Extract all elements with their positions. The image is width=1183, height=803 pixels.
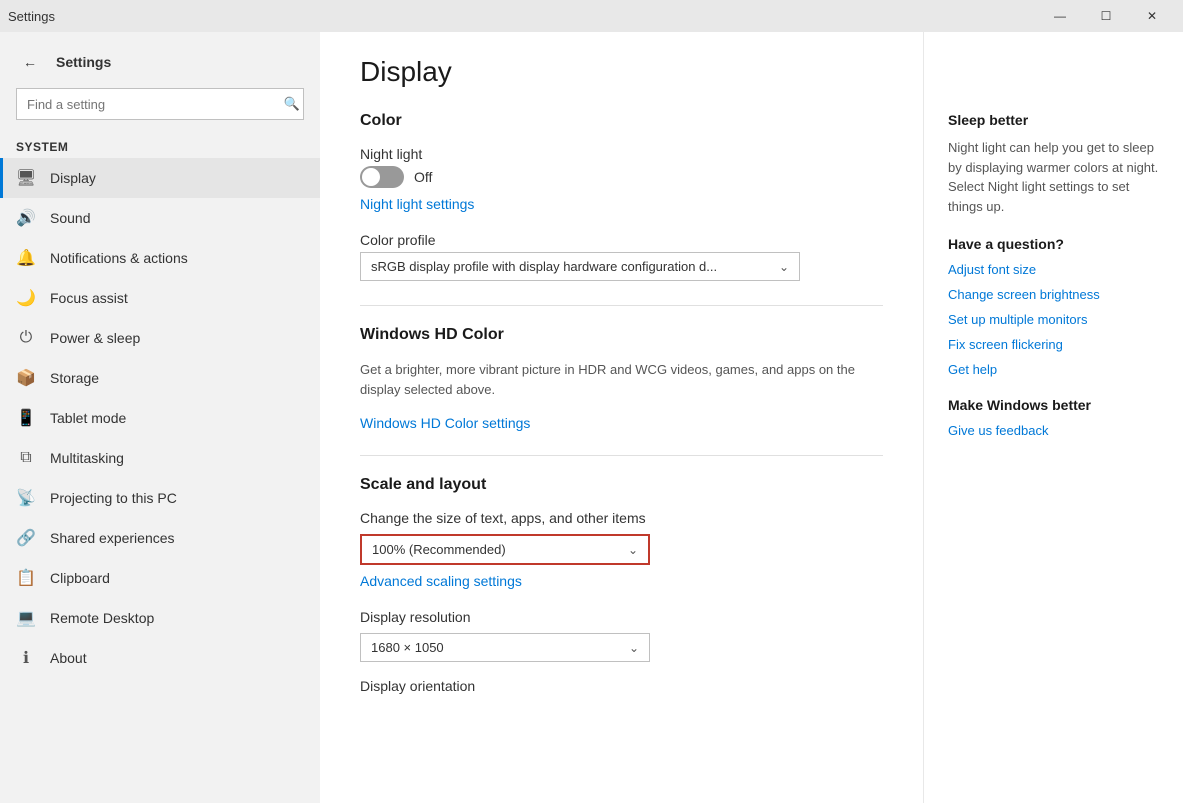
notifications-icon: 🔔 bbox=[16, 248, 36, 268]
app-body: ← Settings 🔍 System 🖥 Display 🔊 Sound 🔔 … bbox=[0, 32, 1183, 803]
advanced-scaling-link[interactable]: Advanced scaling settings bbox=[360, 573, 883, 589]
sleep-better-description: Night light can help you get to sleep by… bbox=[948, 138, 1159, 216]
toggle-knob bbox=[362, 168, 380, 186]
display-icon: 🖥 bbox=[16, 168, 36, 188]
shared-icon: 🔗 bbox=[16, 528, 36, 548]
sidebar-item-label: About bbox=[50, 650, 87, 666]
sidebar-item-label: Sound bbox=[50, 210, 90, 226]
close-button[interactable]: ✕ bbox=[1129, 0, 1175, 32]
sidebar-item-clipboard[interactable]: 📋 Clipboard bbox=[0, 558, 320, 598]
multitasking-icon: ⧉ bbox=[16, 448, 36, 468]
right-panel: Sleep better Night light can help you ge… bbox=[923, 32, 1183, 803]
sidebar-item-label: Tablet mode bbox=[50, 410, 126, 426]
remote-icon: 💻 bbox=[16, 608, 36, 628]
main-content: Display Color Night light Off Night ligh… bbox=[320, 32, 923, 803]
search-input[interactable] bbox=[16, 88, 304, 120]
color-profile-label: Color profile bbox=[360, 232, 883, 248]
sidebar-item-sound[interactable]: 🔊 Sound bbox=[0, 198, 320, 238]
right-links-container: Adjust font size Change screen brightness… bbox=[948, 262, 1159, 377]
title-bar: Settings — ☐ ✕ bbox=[0, 0, 1183, 32]
storage-icon: 📦 bbox=[16, 368, 36, 388]
projecting-icon: 📡 bbox=[16, 488, 36, 508]
color-section-heading: Color bbox=[360, 112, 883, 130]
sidebar-item-projecting[interactable]: 📡 Projecting to this PC bbox=[0, 478, 320, 518]
sidebar-item-label: Clipboard bbox=[50, 570, 110, 586]
sidebar-item-label: Shared experiences bbox=[50, 530, 175, 546]
question-link[interactable]: Fix screen flickering bbox=[948, 337, 1159, 352]
hd-color-settings-link[interactable]: Windows HD Color settings bbox=[360, 415, 883, 431]
nav-items-container: 🖥 Display 🔊 Sound 🔔 Notifications & acti… bbox=[0, 158, 320, 678]
color-profile-dropdown[interactable]: sRGB display profile with display hardwa… bbox=[360, 252, 800, 281]
sound-icon: 🔊 bbox=[16, 208, 36, 228]
search-box: 🔍 bbox=[16, 88, 304, 120]
sidebar-item-label: Storage bbox=[50, 370, 99, 386]
sidebar-item-notifications[interactable]: 🔔 Notifications & actions bbox=[0, 238, 320, 278]
sidebar: ← Settings 🔍 System 🖥 Display 🔊 Sound 🔔 … bbox=[0, 32, 320, 803]
sidebar-app-title: Settings bbox=[56, 54, 111, 70]
sidebar-item-label: Multitasking bbox=[50, 450, 124, 466]
sleep-better-heading: Sleep better bbox=[948, 112, 1159, 128]
night-light-toggle[interactable] bbox=[360, 166, 404, 188]
sidebar-header: ← Settings bbox=[0, 32, 320, 84]
title-bar-left: Settings bbox=[8, 9, 55, 24]
sidebar-item-label: Power & sleep bbox=[50, 330, 140, 346]
sidebar-item-storage[interactable]: 📦 Storage bbox=[0, 358, 320, 398]
sidebar-item-label: Projecting to this PC bbox=[50, 490, 177, 506]
clipboard-icon: 📋 bbox=[16, 568, 36, 588]
title-bar-controls: — ☐ ✕ bbox=[1037, 0, 1175, 32]
section-label: System bbox=[0, 132, 320, 158]
maximize-button[interactable]: ☐ bbox=[1083, 0, 1129, 32]
size-dropdown[interactable]: 100% (Recommended) ⌄ bbox=[360, 534, 650, 565]
power-icon: ⏻ bbox=[16, 328, 36, 348]
night-light-label: Night light bbox=[360, 146, 883, 162]
size-arrow: ⌄ bbox=[628, 543, 638, 557]
page-title: Display bbox=[360, 56, 883, 88]
question-link[interactable]: Set up multiple monitors bbox=[948, 312, 1159, 327]
sidebar-item-focus[interactable]: 🌙 Focus assist bbox=[0, 278, 320, 318]
have-question-heading: Have a question? bbox=[948, 236, 1159, 252]
sidebar-item-multitasking[interactable]: ⧉ Multitasking bbox=[0, 438, 320, 478]
divider-2 bbox=[360, 455, 883, 456]
night-light-status: Off bbox=[414, 169, 432, 185]
resolution-dropdown[interactable]: 1680 × 1050 ⌄ bbox=[360, 633, 650, 662]
tablet-icon: 📱 bbox=[16, 408, 36, 428]
sidebar-item-tablet[interactable]: 📱 Tablet mode bbox=[0, 398, 320, 438]
question-link[interactable]: Change screen brightness bbox=[948, 287, 1159, 302]
title-bar-title: Settings bbox=[8, 9, 55, 24]
sidebar-item-about[interactable]: ℹ About bbox=[0, 638, 320, 678]
sidebar-item-label: Remote Desktop bbox=[50, 610, 154, 626]
sidebar-item-shared[interactable]: 🔗 Shared experiences bbox=[0, 518, 320, 558]
right-feedback-container: Give us feedback bbox=[948, 423, 1159, 438]
color-profile-arrow: ⌄ bbox=[779, 260, 789, 274]
divider-1 bbox=[360, 305, 883, 306]
color-profile-value: sRGB display profile with display hardwa… bbox=[371, 259, 779, 274]
feedback-link[interactable]: Give us feedback bbox=[948, 423, 1159, 438]
sidebar-item-label: Notifications & actions bbox=[50, 250, 188, 266]
sidebar-item-remote[interactable]: 💻 Remote Desktop bbox=[0, 598, 320, 638]
minimize-button[interactable]: — bbox=[1037, 0, 1083, 32]
resolution-label: Display resolution bbox=[360, 609, 883, 625]
search-icon[interactable]: 🔍 bbox=[284, 96, 300, 112]
question-link[interactable]: Adjust font size bbox=[948, 262, 1159, 277]
question-link[interactable]: Get help bbox=[948, 362, 1159, 377]
hd-color-description: Get a brighter, more vibrant picture in … bbox=[360, 360, 883, 399]
sidebar-item-label: Focus assist bbox=[50, 290, 128, 306]
night-light-toggle-row: Off bbox=[360, 166, 883, 188]
make-windows-better-heading: Make Windows better bbox=[948, 397, 1159, 413]
orientation-label: Display orientation bbox=[360, 678, 883, 694]
scale-heading: Scale and layout bbox=[360, 476, 883, 494]
night-light-settings-link[interactable]: Night light settings bbox=[360, 196, 883, 212]
sidebar-item-power[interactable]: ⏻ Power & sleep bbox=[0, 318, 320, 358]
hd-color-heading: Windows HD Color bbox=[360, 326, 883, 344]
resolution-arrow: ⌄ bbox=[629, 641, 639, 655]
size-label: Change the size of text, apps, and other… bbox=[360, 510, 883, 526]
about-icon: ℹ bbox=[16, 648, 36, 668]
size-value: 100% (Recommended) bbox=[372, 542, 628, 557]
focus-icon: 🌙 bbox=[16, 288, 36, 308]
resolution-value: 1680 × 1050 bbox=[371, 640, 629, 655]
sidebar-item-display[interactable]: 🖥 Display bbox=[0, 158, 320, 198]
back-button[interactable]: ← bbox=[16, 48, 44, 76]
sidebar-item-label: Display bbox=[50, 170, 96, 186]
